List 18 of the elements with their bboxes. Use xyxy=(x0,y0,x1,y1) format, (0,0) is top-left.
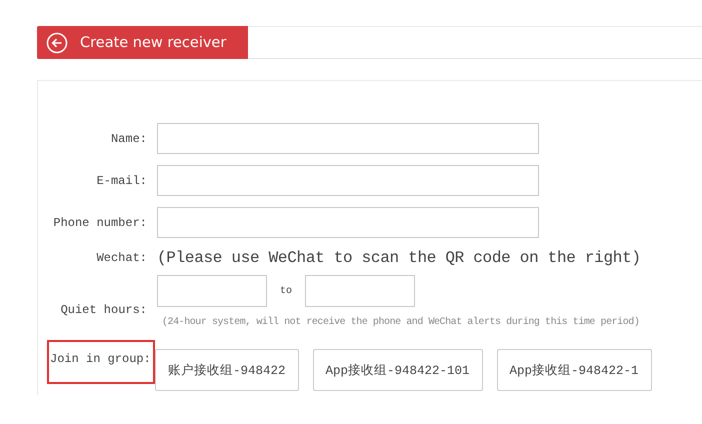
field-label: E-mail: xyxy=(96,174,147,188)
time-field[interactable] xyxy=(157,275,267,307)
back-button[interactable]: Create new receiver xyxy=(37,26,248,59)
input-field[interactable] xyxy=(157,207,539,238)
field-label: Wechat: xyxy=(96,251,147,265)
group-button[interactable]: 账户接收组-948422 xyxy=(155,349,299,391)
input-field[interactable] xyxy=(157,123,539,154)
instruction-text: (Please use WeChat to scan the QR code on the right) xyxy=(157,249,641,267)
time-field[interactable] xyxy=(305,275,416,307)
field-label: Name: xyxy=(110,132,147,146)
group-button[interactable]: App接收组-948422-101 xyxy=(312,349,483,391)
hint-text: (24-hour system, will not receive the phone and WeChat alerts during this time period) xyxy=(162,317,640,328)
input-field[interactable] xyxy=(157,165,539,196)
field-label: Quiet hours: xyxy=(60,303,147,317)
field-label: Join in group: xyxy=(47,340,155,384)
field-label: Phone number: xyxy=(52,216,147,230)
separator-text: to xyxy=(280,286,292,296)
group-button[interactable]: App接收组-948422-1 xyxy=(496,349,652,391)
